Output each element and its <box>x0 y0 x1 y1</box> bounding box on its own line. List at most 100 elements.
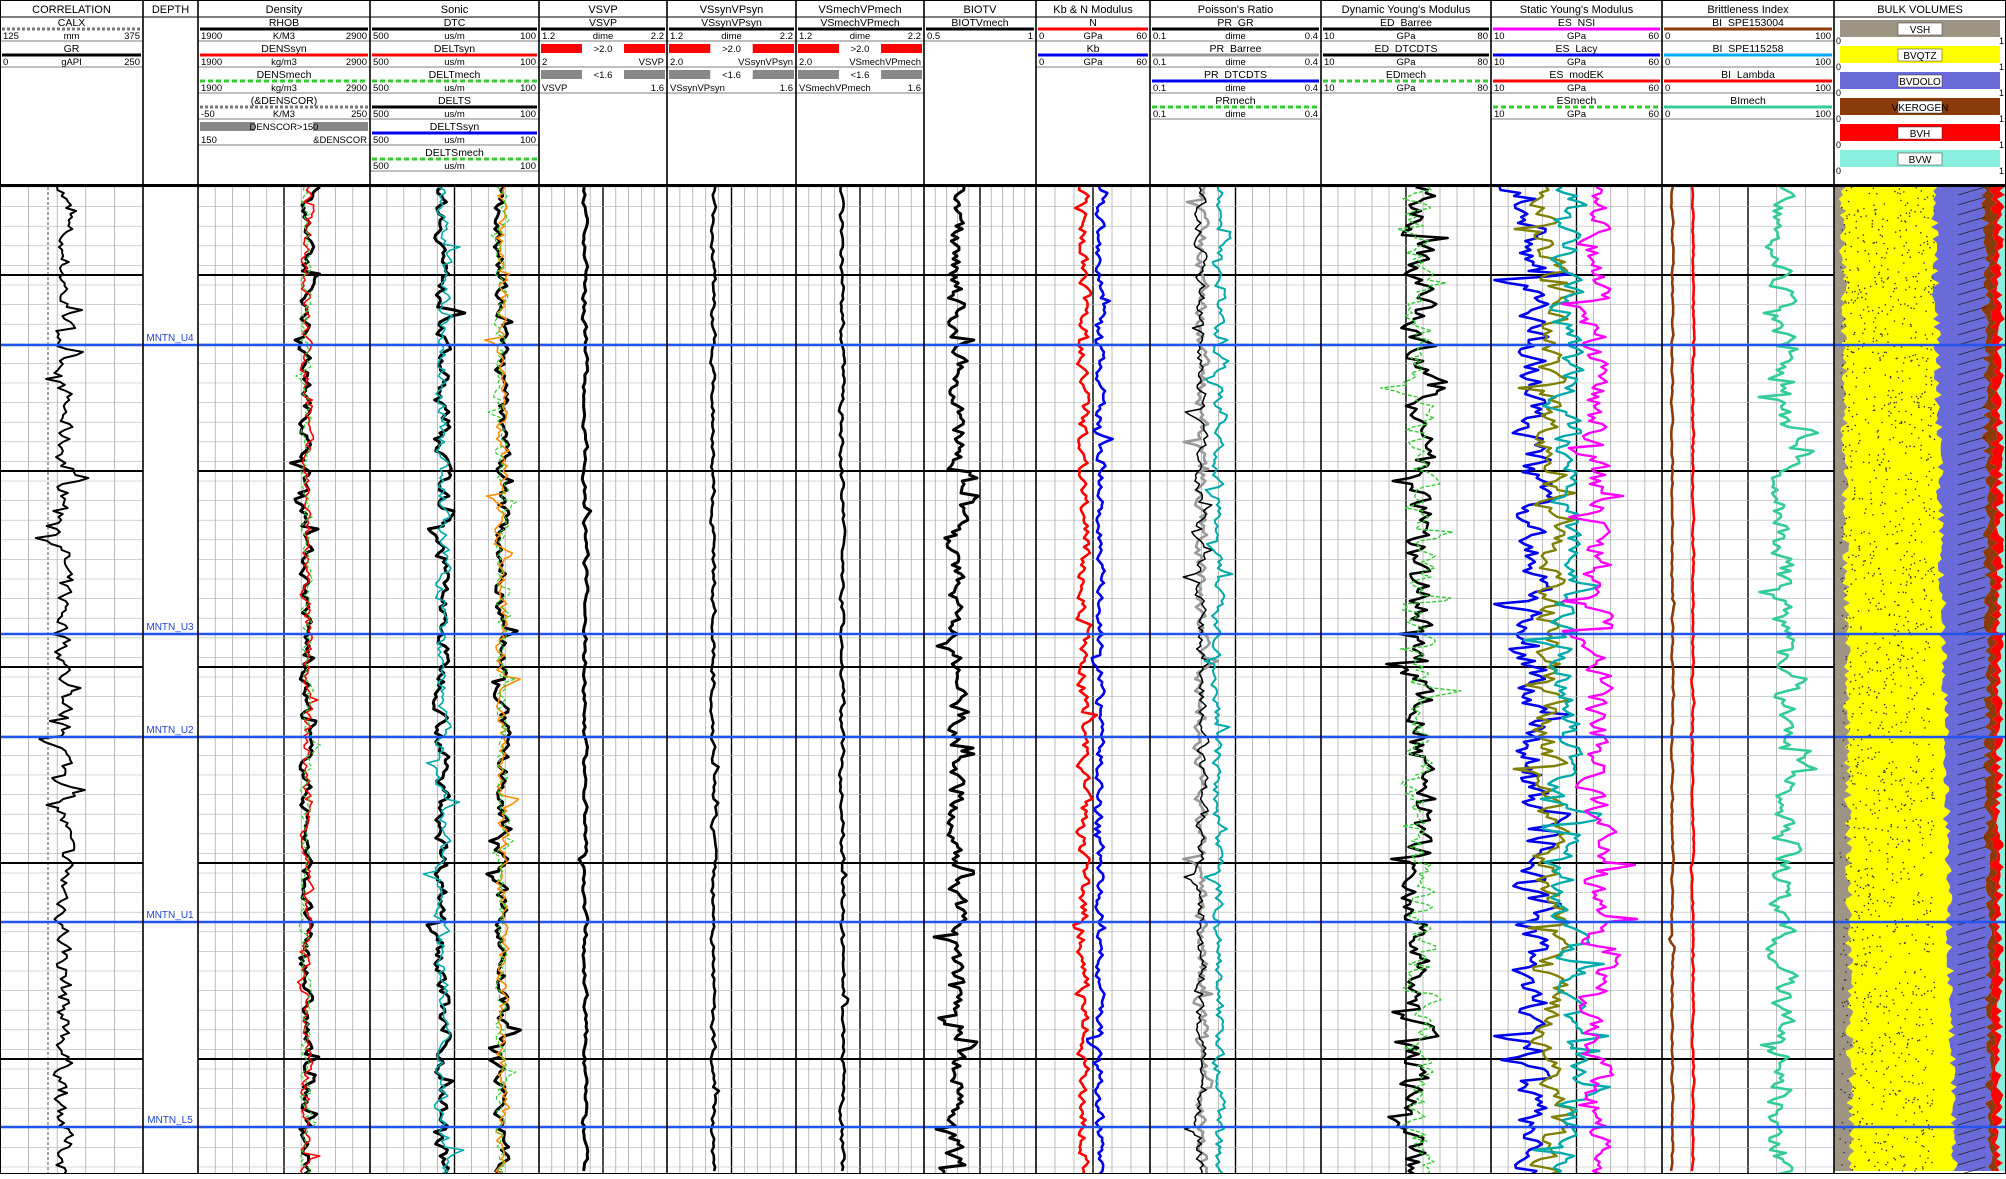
scale-min: 0 <box>1665 57 1670 68</box>
scale-max: 0.4 <box>1305 31 1318 42</box>
fill-swatch-left <box>669 70 711 79</box>
scale-unit: GPa <box>1083 57 1103 68</box>
scale-unit: kg/m3 <box>271 83 297 94</box>
scale-unit: GPa <box>1567 31 1587 42</box>
curve-name: BI_SPE115258 <box>1712 43 1783 55</box>
header-divider <box>0 184 2006 187</box>
track-title: BIOTV <box>963 4 997 16</box>
track-title: VSVP <box>588 4 617 16</box>
scale-min: 10 <box>1324 57 1335 68</box>
track-title: Poisson's Ratio <box>1198 4 1273 16</box>
fill-cutoff-right: VSsynVPsyn <box>738 57 793 68</box>
fill-swatch-right <box>752 44 794 53</box>
curve-name: ESmech <box>1557 95 1597 107</box>
scale-min: 500 <box>373 135 389 146</box>
curve-name: RHOB <box>269 17 299 29</box>
curve-name: PR_Barree <box>1210 43 1262 55</box>
scale-unit: GPa <box>1567 57 1587 68</box>
scale-max: 100 <box>520 135 536 146</box>
track-title: Sonic <box>441 4 469 16</box>
scale-unit: K/M3 <box>273 31 295 42</box>
fill-label: >2.0 <box>851 44 870 55</box>
fill-cutoff-right: VSmechVPmech <box>849 57 921 68</box>
curve-name: BImech <box>1730 95 1766 107</box>
bulk-volume-name: BVQTZ <box>1903 51 1936 62</box>
curve-name: VSmechVPmech <box>820 17 900 29</box>
scale-min: 0 <box>1836 166 1841 176</box>
fill-cutoff-left: VSsynVPsyn <box>670 83 725 94</box>
scale-unit: GPa <box>1396 83 1416 94</box>
scale-min: 1.2 <box>542 31 555 42</box>
scale-min: 1900 <box>201 83 222 94</box>
fill-label: <1.6 <box>594 70 613 81</box>
scale-max: 100 <box>1815 109 1831 120</box>
scale-min: 0 <box>3 57 8 68</box>
scale-max: 2900 <box>346 57 367 68</box>
scale-max: 1 <box>1028 31 1033 42</box>
scale-max: 1 <box>1999 114 2004 124</box>
scale-max: 80 <box>1477 31 1488 42</box>
formation-top-label: MNTN_L5 <box>147 1115 193 1126</box>
curve-name: BI_Lambda <box>1721 69 1775 81</box>
track-title: VSsynVPsyn <box>700 4 764 16</box>
scale-min: 1900 <box>201 31 222 42</box>
bvqtz-fill <box>1839 187 1958 1171</box>
fill-cutoff-left: 150 <box>201 135 217 146</box>
scale-max: 100 <box>520 57 536 68</box>
scale-min: 0.1 <box>1153 109 1166 120</box>
formation-top-label: MNTN_U1 <box>146 910 194 921</box>
scale-max: 2.2 <box>908 31 921 42</box>
scale-unit: us/m <box>444 83 465 94</box>
fill-cutoff-left: VSmechVPmech <box>799 83 871 94</box>
fill-swatch-left <box>541 44 582 53</box>
track-title: Density <box>266 4 303 16</box>
scale-max: 80 <box>1477 83 1488 94</box>
scale-min: 0 <box>1665 31 1670 42</box>
curve-name: BIOTVmech <box>951 17 1008 29</box>
curve-name: ES_modEK <box>1549 69 1603 81</box>
scale-max: 250 <box>351 109 367 120</box>
curve-name: ED_DTCDTS <box>1374 43 1437 55</box>
scale-max: 100 <box>1815 31 1831 42</box>
scale-max: 1 <box>1999 140 2004 150</box>
track-title: Brittleness Index <box>1707 4 1789 16</box>
scale-min: 0.1 <box>1153 83 1166 94</box>
curve-name: BI_SPE153004 <box>1712 17 1784 29</box>
bulk-volume-name: BVDOLO <box>1899 77 1941 88</box>
scale-unit: us/m <box>444 135 465 146</box>
curve-name: DELTS <box>438 95 471 107</box>
formation-top-label: MNTN_U2 <box>146 725 194 736</box>
scale-max: 60 <box>1648 109 1659 120</box>
scale-min: 0 <box>1836 36 1841 46</box>
scale-min: 0 <box>1836 114 1841 124</box>
scale-unit: GPa <box>1567 109 1587 120</box>
curve-name: N <box>1089 17 1097 29</box>
scale-min: 0 <box>1836 88 1841 98</box>
scale-min: 10 <box>1324 31 1335 42</box>
fill-cutoff-left: 2 <box>542 57 547 68</box>
formation-top-label: MNTN_U4 <box>146 333 194 344</box>
curve-name: EDmech <box>1386 69 1426 81</box>
track-title: Static Young's Modulus <box>1520 4 1634 16</box>
track-title: Dynamic Young's Modulus <box>1342 4 1471 16</box>
curve-name: DELTmech <box>429 69 481 81</box>
bulk-volume-name: BVH <box>1910 129 1931 140</box>
fill-label: >2.0 <box>722 44 741 55</box>
scale-unit: GPa <box>1396 31 1416 42</box>
scale-max: 60 <box>1648 83 1659 94</box>
scale-unit: GPa <box>1567 83 1587 94</box>
fill-cutoff-right: &DENSCOR <box>313 135 367 146</box>
scale-min: 125 <box>3 31 19 42</box>
bulk-volume-name: BVW <box>1909 155 1932 166</box>
curve-name: ES_Lacy <box>1555 43 1598 55</box>
scale-unit: kg/m3 <box>271 57 297 68</box>
fill-swatch-left <box>200 122 256 131</box>
formation-top-label: MNTN_U3 <box>146 622 194 633</box>
scale-unit: dime <box>850 31 871 42</box>
track-title: DEPTH <box>152 4 189 16</box>
curve-name: GR <box>64 43 80 55</box>
scale-min: 1900 <box>201 57 222 68</box>
scale-min: 1.2 <box>799 31 812 42</box>
scale-unit: us/m <box>444 57 465 68</box>
fill-cutoff-right: 1.6 <box>651 83 664 94</box>
